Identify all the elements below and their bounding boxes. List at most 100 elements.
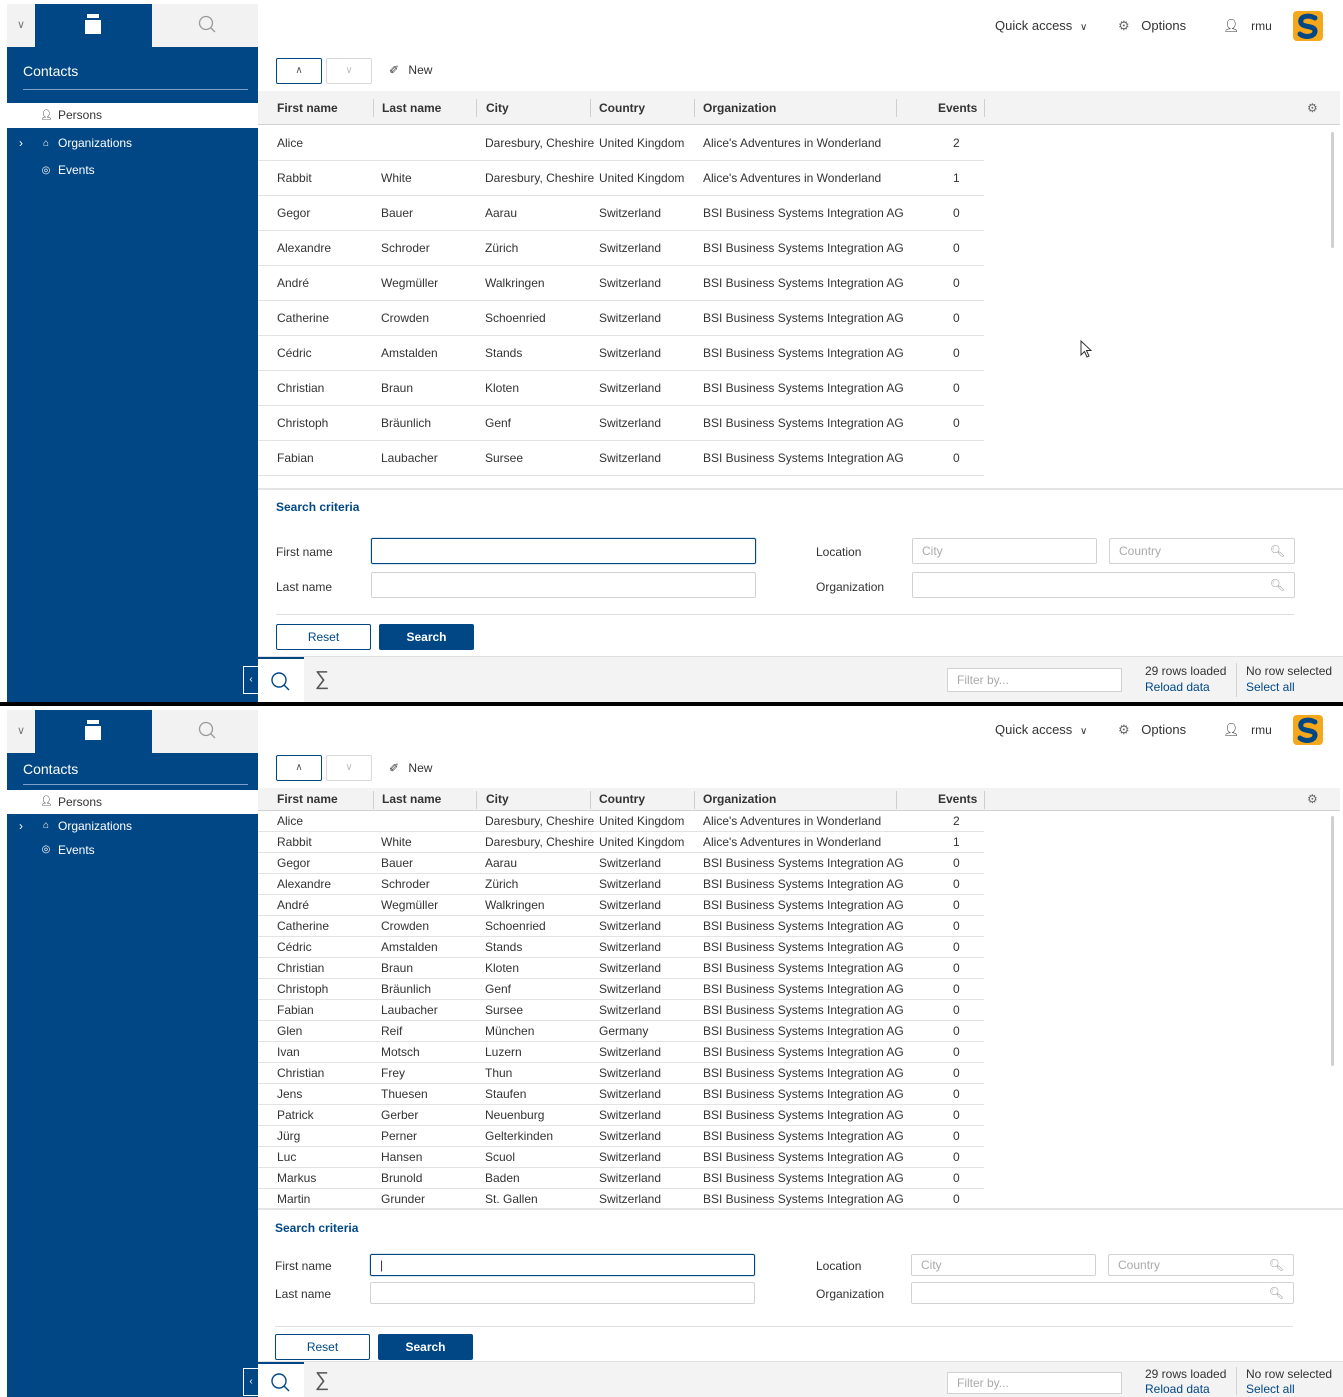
table-row[interactable]: Markus Brunold Baden Switzerland BSI Busines… [258, 1168, 984, 1189]
table-row[interactable]: Patrick Gerber Neuenburg Switzerland BSI Bus… [258, 1105, 984, 1126]
search-icon[interactable]: 🔍︎ [1269, 1283, 1284, 1303]
country-field[interactable]: Country 🔍︎ [1109, 538, 1295, 564]
column-header-first-name[interactable]: First name [277, 788, 338, 810]
column-header-city[interactable]: City [486, 91, 509, 124]
search-button[interactable]: Search [379, 624, 474, 650]
table-scrollbar[interactable] [1331, 132, 1334, 248]
table-row[interactable]: Alice Daresbury, Cheshire United Kingdom Al… [258, 811, 984, 832]
table-row[interactable]: Christoph Bräunlich Genf Switzerland BSI Bus… [258, 406, 984, 441]
table-row[interactable]: Alexandre Schroder Zürich Switzerland BSI Bu… [258, 874, 984, 895]
nav-menu-button[interactable]: ∨ [7, 4, 35, 47]
move-down-button[interactable]: ∨ [326, 755, 372, 781]
nav-item-events[interactable]: ◎ Events [7, 838, 258, 862]
filter-input[interactable]: Filter by... [947, 1372, 1122, 1394]
table-row[interactable]: Christoph Bräunlich Genf Switzerland BSI Bus… [258, 979, 984, 1000]
table-row[interactable]: Catherine Crowden Schoenried Switzerland BSI… [258, 916, 984, 937]
column-header-last-name[interactable]: Last name [382, 788, 441, 810]
tab-search[interactable] [152, 710, 258, 753]
city-field[interactable]: City [911, 1254, 1096, 1276]
search-form-toggle[interactable] [258, 1362, 304, 1397]
reload-data-link[interactable]: Reload data [1145, 679, 1226, 695]
quick-access-menu[interactable]: Quick access ∨ [995, 18, 1087, 33]
move-down-button[interactable]: ∨ [326, 58, 372, 84]
column-header-organization[interactable]: Organization [703, 91, 776, 124]
table-row[interactable]: Fabian Laubacher Sursee Switzerland BSI Busi… [258, 1000, 984, 1021]
collapse-nav-button[interactable]: ‹ [243, 666, 258, 694]
reset-button[interactable]: Reset [275, 1334, 370, 1360]
table-row[interactable]: Jens Thuesen Staufen Switzerland BSI Busines… [258, 1084, 984, 1105]
search-icon[interactable]: 🔍︎ [1270, 573, 1285, 597]
column-header-city[interactable]: City [486, 788, 509, 810]
table-row[interactable]: Ivan Motsch Luzern Switzerland BSI Business … [258, 1042, 984, 1063]
move-up-button[interactable]: ∧ [276, 58, 322, 84]
last-name-field[interactable] [371, 572, 756, 598]
new-button[interactable]: ✐ New [389, 63, 432, 77]
organization-field[interactable]: 🔍︎ [912, 572, 1295, 598]
table-row[interactable]: Christian Braun Kloten Switzerland BSI Busin… [258, 371, 984, 406]
collapse-nav-button[interactable]: ‹ [243, 1368, 258, 1396]
organization-field[interactable]: 🔍︎ [911, 1282, 1294, 1304]
table-row[interactable]: Alexandre Schroder Zürich Switzerland BSI Bu… [258, 231, 984, 266]
table-settings-gear-icon[interactable]: ⚙︎ [1307, 91, 1318, 124]
nav-item-events[interactable]: ◎ Events [7, 158, 258, 183]
nav-menu-button[interactable]: ∨ [7, 710, 35, 753]
column-header-country[interactable]: Country [599, 91, 645, 124]
reload-data-link[interactable]: Reload data [1145, 1382, 1226, 1397]
first-name-field[interactable] [371, 538, 756, 564]
table-row[interactable]: Luc Hansen Scuol Switzerland BSI Business Sy… [258, 1147, 984, 1168]
column-header-last-name[interactable]: Last name [382, 91, 441, 124]
table-row[interactable]: Martin Grunder St. Gallen Switzerland BSI Bu… [258, 1189, 984, 1206]
table-row[interactable]: Rabbit White Daresbury, Cheshire United Kin… [258, 161, 984, 196]
table-row[interactable]: Jürg Perner Gelterkinden Switzerland BSI Bus… [258, 1126, 984, 1147]
table-row[interactable]: Cédric Amstalden Stands Switzerland BSI Busi… [258, 937, 984, 958]
table-row[interactable]: Fabian Laubacher Sursee Switzerland BSI Busi… [258, 441, 984, 476]
first-name-field[interactable]: | [370, 1254, 755, 1276]
search-icon[interactable]: 🔍︎ [1270, 539, 1285, 563]
table-row[interactable]: Christian Frey Thun Switzerland BSI Business… [258, 1063, 984, 1084]
tab-outline[interactable] [35, 710, 152, 753]
move-up-button[interactable]: ∧ [276, 755, 322, 781]
chevron-right-icon[interactable]: › [19, 131, 23, 156]
tab-outline[interactable] [35, 4, 152, 47]
table-row[interactable]: Cédric Amstalden Stands Switzerland BSI Busi… [258, 336, 984, 371]
table-row[interactable]: André Wegmüller Walkringen Switzerland BSI B… [258, 895, 984, 916]
quick-access-menu[interactable]: Quick access ∨ [995, 722, 1087, 737]
select-all-link[interactable]: Select all [1246, 1382, 1332, 1397]
search-form-toggle[interactable] [258, 657, 304, 702]
last-name-field[interactable] [370, 1282, 755, 1304]
sum-icon[interactable]: ∑ [304, 657, 340, 702]
sum-icon[interactable]: ∑ [304, 1362, 340, 1397]
column-header-first-name[interactable]: First name [277, 91, 338, 124]
table-row[interactable]: Rabbit White Daresbury, Cheshire United Kin… [258, 832, 984, 853]
table-row[interactable]: Catherine Crowden Schoenried Switzerland BSI… [258, 301, 984, 336]
tab-search[interactable] [152, 4, 258, 47]
table-scrollbar[interactable] [1331, 816, 1334, 1066]
table-row[interactable]: Christian Braun Kloten Switzerland BSI Busin… [258, 958, 984, 979]
table-settings-gear-icon[interactable]: ⚙︎ [1307, 788, 1318, 810]
user-menu[interactable]: 👤︎ rmu [1223, 18, 1272, 34]
chevron-right-icon[interactable]: › [19, 814, 23, 838]
options-menu[interactable]: ⚙︎ Options [1118, 18, 1186, 34]
search-button[interactable]: Search [378, 1334, 473, 1360]
table-row[interactable]: Glen Reif München Germany BSI Business Syste… [258, 1021, 984, 1042]
filter-input[interactable]: Filter by... [947, 668, 1122, 692]
new-button[interactable]: ✐ New [389, 761, 432, 775]
nav-item-persons[interactable]: 👤︎ Persons [7, 103, 258, 128]
select-all-link[interactable]: Select all [1246, 679, 1332, 695]
table-row[interactable]: Gegor Bauer Aarau Switzerland BSI Business S… [258, 196, 984, 231]
table-row[interactable]: André Wegmüller Walkringen Switzerland BSI B… [258, 266, 984, 301]
column-header-organization[interactable]: Organization [703, 788, 776, 810]
column-header-events[interactable]: Events [938, 788, 977, 810]
table-row[interactable]: Alice Daresbury, Cheshire United Kingdom Al… [258, 126, 984, 161]
nav-item-persons[interactable]: 👤︎ Persons [7, 790, 258, 814]
table-row[interactable]: Gegor Bauer Aarau Switzerland BSI Business S… [258, 853, 984, 874]
table-row[interactable]: Glen Reif München Germany BSI Business Syste… [258, 476, 984, 488]
user-menu[interactable]: 👤︎ rmu [1223, 722, 1272, 738]
reset-button[interactable]: Reset [276, 624, 371, 650]
city-field[interactable]: City [912, 538, 1097, 564]
search-icon[interactable]: 🔍︎ [1269, 1255, 1284, 1275]
column-header-events[interactable]: Events [938, 91, 977, 124]
country-field[interactable]: Country 🔍︎ [1108, 1254, 1294, 1276]
options-menu[interactable]: ⚙︎ Options [1118, 722, 1186, 738]
nav-item-organizations[interactable]: › ⌂ Organizations [7, 814, 258, 838]
